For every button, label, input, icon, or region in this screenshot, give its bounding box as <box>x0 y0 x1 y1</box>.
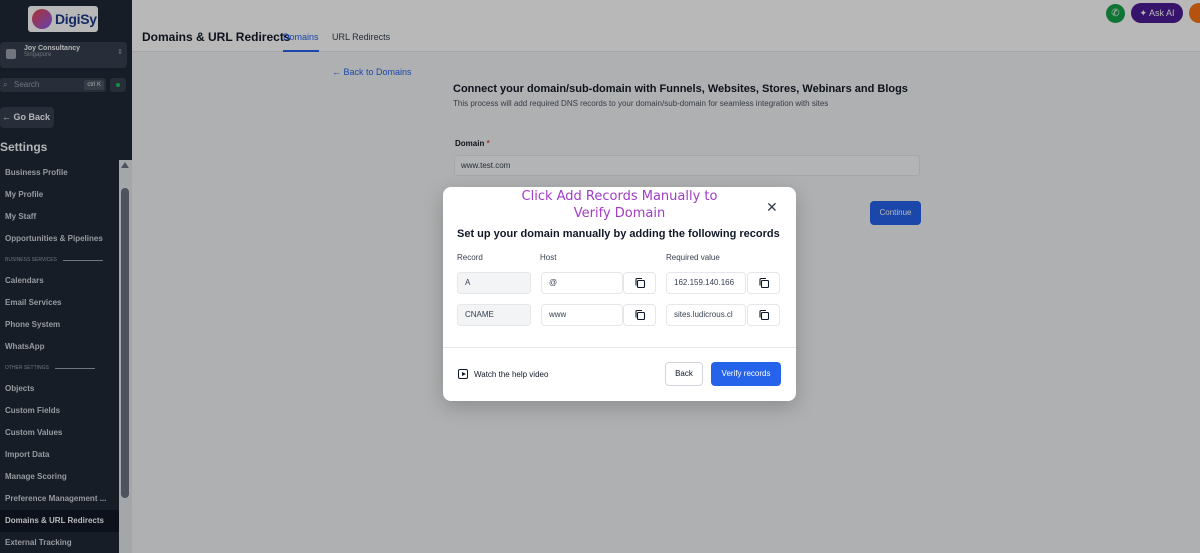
copy-icon <box>759 309 770 321</box>
column-header-record: Record <box>457 253 483 262</box>
host-field-cname[interactable]: www <box>541 304 623 326</box>
annotation-line-1: Click Add Records Manually to <box>521 189 718 204</box>
host-field-a[interactable]: @ <box>541 272 623 294</box>
modal-divider <box>443 347 796 348</box>
record-type-a: A <box>457 272 531 294</box>
value-field-cname[interactable]: sites.ludicrous.cl <box>666 304 746 326</box>
copy-value-cname-button[interactable] <box>747 304 780 326</box>
verify-records-button[interactable]: Verify records <box>711 362 781 386</box>
value-field-a[interactable]: 162.159.140.166 <box>666 272 746 294</box>
modal-title: Set up your domain manually by adding th… <box>457 228 780 240</box>
back-button[interactable]: Back <box>665 362 703 386</box>
record-type-cname: CNAME <box>457 304 531 326</box>
tutorial-annotation: Click Add Records Manually to Verify Dom… <box>443 188 796 222</box>
play-video-icon <box>458 369 468 379</box>
column-header-host: Host <box>540 253 557 262</box>
copy-icon <box>635 309 646 321</box>
close-icon[interactable]: ✕ <box>766 199 778 216</box>
column-header-required-value: Required value <box>666 253 720 262</box>
copy-icon <box>759 277 770 289</box>
watch-help-video-link[interactable]: Watch the help video <box>458 369 548 379</box>
annotation-line-2: Verify Domain <box>573 206 666 221</box>
dns-records-modal: Click Add Records Manually to Verify Dom… <box>443 187 796 401</box>
copy-host-cname-button[interactable] <box>623 304 656 326</box>
copy-icon <box>635 277 646 289</box>
copy-value-a-button[interactable] <box>747 272 780 294</box>
copy-host-a-button[interactable] <box>623 272 656 294</box>
help-video-label: Watch the help video <box>474 369 549 379</box>
